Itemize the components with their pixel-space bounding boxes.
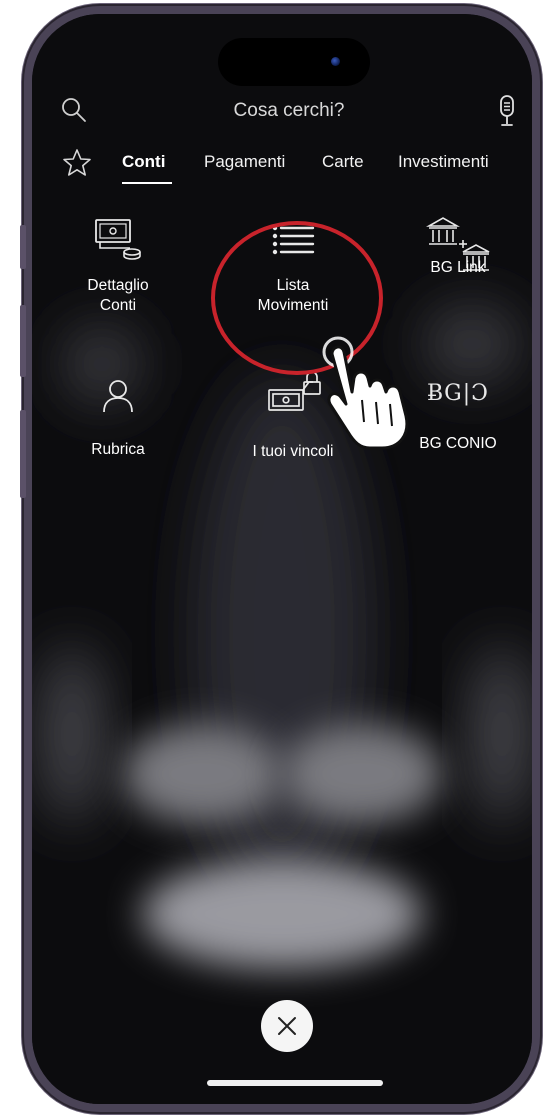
tile-label: BG Link — [430, 259, 486, 276]
dynamic-island — [218, 38, 370, 86]
hand-pointer-icon — [322, 336, 409, 450]
tile-dettaglio-conti[interactable]: Dettaglio Conti — [48, 214, 188, 316]
tile-rubrica[interactable]: Rubrica — [48, 376, 188, 460]
tile-bg-link[interactable]: BG Link — [388, 214, 528, 296]
volume-down-button — [20, 410, 26, 498]
person-icon — [103, 380, 133, 413]
search-input[interactable]: Cosa cerchi? — [54, 100, 524, 122]
microphone-icon[interactable] — [494, 94, 520, 128]
volume-up-button — [20, 305, 26, 377]
tile-label: Dettaglio Conti — [48, 276, 188, 316]
phone-screen: Cosa cerchi? Conti Pagamenti Carte Inves… — [32, 14, 532, 1104]
tile-label: Rubrica — [91, 441, 145, 458]
close-button[interactable] — [261, 1000, 313, 1052]
home-indicator[interactable] — [207, 1080, 383, 1086]
tile-label-line1: Dettaglio — [87, 277, 149, 294]
tab-pagamenti[interactable]: Pagamenti — [204, 152, 285, 172]
category-tabs: Conti Pagamenti Carte Investimenti — [58, 144, 532, 194]
star-icon[interactable] — [62, 148, 92, 178]
tile-label-line2: Conti — [99, 297, 137, 314]
tab-carte[interactable]: Carte — [322, 152, 364, 172]
tab-conti[interactable]: Conti — [122, 152, 165, 172]
camera-icon — [331, 57, 340, 66]
search-bar[interactable]: Cosa cerchi? — [54, 92, 524, 132]
active-tab-indicator — [122, 182, 172, 184]
locked-cash-icon — [268, 371, 321, 411]
cash-coins-icon — [95, 219, 141, 260]
close-icon — [278, 1017, 296, 1035]
action-button — [20, 225, 26, 269]
tab-investimenti[interactable]: Investimenti — [398, 152, 489, 172]
